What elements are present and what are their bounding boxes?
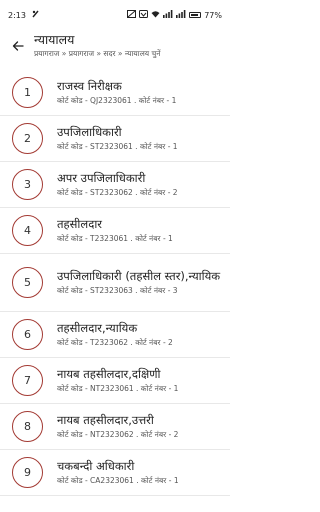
- court-info: चकबन्दी अधिकारी कोर्ट कोड - CA2323061 . …: [57, 459, 179, 487]
- vowifi-icon: [139, 10, 149, 20]
- court-list-item[interactable]: 2 उपजिलाधिकारी कोर्ट कोड - ST2323061 . क…: [0, 116, 230, 162]
- court-number-badge: 4: [12, 215, 43, 246]
- court-number-badge: 1: [12, 77, 43, 108]
- court-name: चकबन्दी अधिकारी: [57, 458, 135, 473]
- battery-icon: [189, 12, 202, 18]
- court-info: उपजिलाधिकारी कोर्ट कोड - ST2323061 . कोर…: [57, 125, 178, 153]
- court-number-badge: 6: [12, 319, 43, 350]
- court-name: उपजिलाधिकारी: [57, 124, 122, 139]
- court-info: नायब तहसीलदार,दक्षिणी कोर्ट कोड - NT2323…: [57, 367, 178, 395]
- battery-percent: 77%: [204, 10, 222, 20]
- court-number-badge: 9: [12, 457, 43, 488]
- app-header: न्यायालय प्रयागराज » प्रयागराज » सदर » न…: [0, 30, 230, 70]
- wifi-icon: [151, 10, 160, 20]
- page-title: न्यायालय: [34, 32, 75, 47]
- court-name: उपजिलाधिकारी (तहसील स्तर),न्यायिक: [57, 268, 221, 283]
- court-name: राजस्व निरीक्षक: [57, 78, 122, 93]
- court-list-item[interactable]: 6 तहसीलदार,न्यायिक कोर्ट कोड - T2323062 …: [0, 312, 230, 358]
- status-time: 2:13: [8, 10, 26, 20]
- court-info: तहसीलदार कोर्ट कोड - T2323061 . कोर्ट नं…: [57, 217, 173, 245]
- court-code: कोर्ट कोड - T2323061 . कोर्ट नंबर - 1: [57, 233, 173, 243]
- court-code: कोर्ट कोड - ST2323062 . कोर्ट नंबर - 2: [57, 187, 178, 197]
- court-list-item[interactable]: 9 चकबन्दी अधिकारी कोर्ट कोड - CA2323061 …: [0, 450, 230, 496]
- arrow-left-icon: [12, 41, 24, 51]
- court-number-badge: 5: [12, 267, 43, 298]
- court-list-item[interactable]: 3 अपर उपजिलाधिकारी कोर्ट कोड - ST2323062…: [0, 162, 230, 208]
- court-info: राजस्व निरीक्षक कोर्ट कोड - QJ2323061 . …: [57, 79, 176, 107]
- court-list-item[interactable]: 5 उपजिलाधिकारी (तहसील स्तर),न्यायिक कोर्…: [0, 254, 230, 312]
- court-number-badge: 7: [12, 365, 43, 396]
- court-number-badge: 2: [12, 123, 43, 154]
- court-code: कोर्ट कोड - T2323062 . कोर्ट नंबर - 2: [57, 337, 173, 347]
- court-info: उपजिलाधिकारी (तहसील स्तर),न्यायिक कोर्ट …: [57, 269, 220, 297]
- court-list-item[interactable]: 8 नायब तहसीलदार,उत्तरी कोर्ट कोड - NT232…: [0, 404, 230, 450]
- court-list-item[interactable]: 1 राजस्व निरीक्षक कोर्ट कोड - QJ2323061 …: [0, 70, 230, 116]
- back-button[interactable]: [8, 36, 28, 56]
- status-right: 77%: [127, 10, 222, 20]
- court-name: नायब तहसीलदार,दक्षिणी: [57, 366, 161, 381]
- notification-icon: [32, 10, 39, 20]
- court-code: कोर्ट कोड - ST2323063 . कोर्ट नंबर - 3: [57, 285, 178, 295]
- court-info: अपर उपजिलाधिकारी कोर्ट कोड - ST2323062 .…: [57, 171, 178, 199]
- court-name: तहसीलदार,न्यायिक: [57, 320, 138, 335]
- court-number-badge: 3: [12, 169, 43, 200]
- court-code: कोर्ट कोड - ST2323061 . कोर्ट नंबर - 1: [57, 141, 178, 151]
- court-code: कोर्ट कोड - QJ2323061 . कोर्ट नंबर - 1: [57, 95, 177, 105]
- court-list: 1 राजस्व निरीक्षक कोर्ट कोड - QJ2323061 …: [0, 70, 230, 512]
- court-list-item[interactable]: 7 नायब तहसीलदार,दक्षिणी कोर्ट कोड - NT23…: [0, 358, 230, 404]
- header-text: न्यायालय प्रयागराज » प्रयागराज » सदर » न…: [34, 32, 160, 59]
- mute-icon: [127, 10, 137, 20]
- court-code: कोर्ट कोड - NT2323062 . कोर्ट नंबर - 2: [57, 429, 179, 439]
- signal-icon-2: [176, 10, 186, 20]
- court-name: तहसीलदार: [57, 216, 102, 231]
- court-code: कोर्ट कोड - CA2323061 . कोर्ट नंबर - 1: [57, 475, 179, 485]
- court-name: अपर उपजिलाधिकारी: [57, 170, 146, 185]
- court-info: तहसीलदार,न्यायिक कोर्ट कोड - T2323062 . …: [57, 321, 173, 349]
- court-name: नायब तहसीलदार,उत्तरी: [57, 412, 154, 427]
- court-code: कोर्ट कोड - NT2323061 . कोर्ट नंबर - 1: [57, 383, 179, 393]
- court-number-badge: 8: [12, 411, 43, 442]
- court-list-item[interactable]: 4 तहसीलदार कोर्ट कोड - T2323061 . कोर्ट …: [0, 208, 230, 254]
- breadcrumb: प्रयागराज » प्रयागराज » सदर » न्यायालय च…: [34, 49, 161, 58]
- signal-icon: [163, 10, 173, 20]
- status-bar: 2:13 77%: [0, 0, 230, 30]
- court-info: नायब तहसीलदार,उत्तरी कोर्ट कोड - NT23230…: [57, 413, 178, 441]
